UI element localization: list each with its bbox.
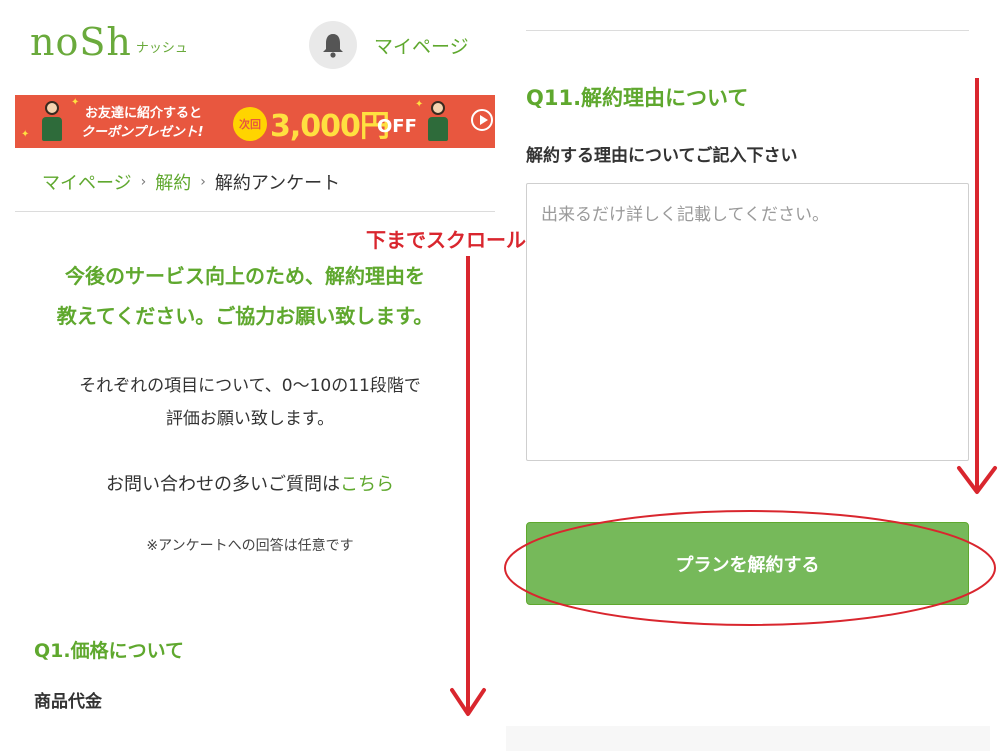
sparkle-icon: ✦ bbox=[415, 99, 424, 110]
banner-person-illustration bbox=[427, 101, 449, 143]
banner-amount: 3,000円 bbox=[270, 109, 390, 144]
survey-intro: それぞれの項目について、0〜10の11段階で 評価お願い致します。 bbox=[15, 370, 485, 436]
q11-title: Q11.解約理由について bbox=[526, 86, 749, 110]
play-icon bbox=[471, 109, 493, 131]
survey-intro-line1: それぞれの項目について、0〜10の11段階で bbox=[79, 376, 421, 396]
breadcrumb-cancel[interactable]: 解約 bbox=[155, 169, 191, 195]
banner-person-illustration bbox=[41, 101, 63, 143]
q1-title: Q1.価格について bbox=[34, 640, 185, 662]
notification-bell-button[interactable] bbox=[309, 21, 357, 69]
banner-text-line2: クーポンプレゼント! bbox=[81, 125, 204, 140]
banner-next-time-badge: 次回 bbox=[233, 107, 267, 141]
q11-label: 解約する理由についてご記入下さい bbox=[526, 146, 798, 166]
cancel-reason-textarea[interactable] bbox=[526, 183, 969, 461]
divider bbox=[15, 211, 495, 212]
breadcrumb-mypage[interactable]: マイページ bbox=[42, 169, 132, 195]
left-panel: noSh ナッシュ マイページ ✦ ✦ お友達に紹介すると クーポンプレゼント!… bbox=[0, 0, 526, 751]
down-arrow-annotation-icon bbox=[957, 78, 997, 494]
faq-text: お問い合わせの多いご質問は bbox=[106, 474, 340, 495]
logo-sub-text: ナッシュ bbox=[135, 41, 188, 56]
mypage-header-link[interactable]: マイページ bbox=[374, 32, 469, 59]
logo-main-text: noSh bbox=[30, 20, 132, 64]
highlight-ellipse-annotation bbox=[504, 510, 996, 626]
q1-item-label: 商品代金 bbox=[34, 692, 102, 712]
sparkle-icon: ✦ bbox=[21, 129, 30, 140]
referral-coupon-banner[interactable]: ✦ ✦ お友達に紹介すると クーポンプレゼント! 次回 3,000円 OFF ✦ bbox=[15, 95, 495, 148]
breadcrumb-current: 解約アンケート bbox=[214, 173, 341, 194]
divider bbox=[526, 30, 969, 31]
survey-heading-line2: 教えてください。ご協力お願い致します。 bbox=[56, 304, 434, 328]
chevron-right-icon: › bbox=[200, 174, 206, 190]
breadcrumb: マイページ › 解約 › 解約アンケート bbox=[42, 169, 340, 195]
survey-heading: 今後のサービス向上のため、解約理由を 教えてください。ご協力お願い致します。 bbox=[15, 256, 475, 336]
footer-area bbox=[506, 726, 990, 751]
survey-intro-line2: 評価お願い致します。 bbox=[165, 409, 335, 429]
sparkle-icon: ✦ bbox=[71, 97, 80, 108]
survey-optional-note: ※アンケートへの回答は任意です bbox=[146, 538, 354, 554]
faq-link[interactable]: こちら bbox=[340, 474, 394, 495]
faq-line: お問い合わせの多いご質問はこちら bbox=[15, 470, 485, 496]
nosh-logo[interactable]: noSh ナッシュ bbox=[30, 22, 188, 62]
down-arrow-annotation-icon bbox=[450, 256, 486, 716]
chevron-right-icon: › bbox=[140, 174, 147, 190]
survey-heading-line1: 今後のサービス向上のため、解約理由を bbox=[65, 264, 425, 288]
banner-text-line1: お友達に紹介すると bbox=[85, 106, 203, 121]
right-panel: Q11.解約理由について 解約する理由についてご記入下さい プランを解約する bbox=[500, 0, 1000, 751]
banner-off-text: OFF bbox=[377, 116, 417, 137]
bell-icon bbox=[323, 34, 343, 58]
